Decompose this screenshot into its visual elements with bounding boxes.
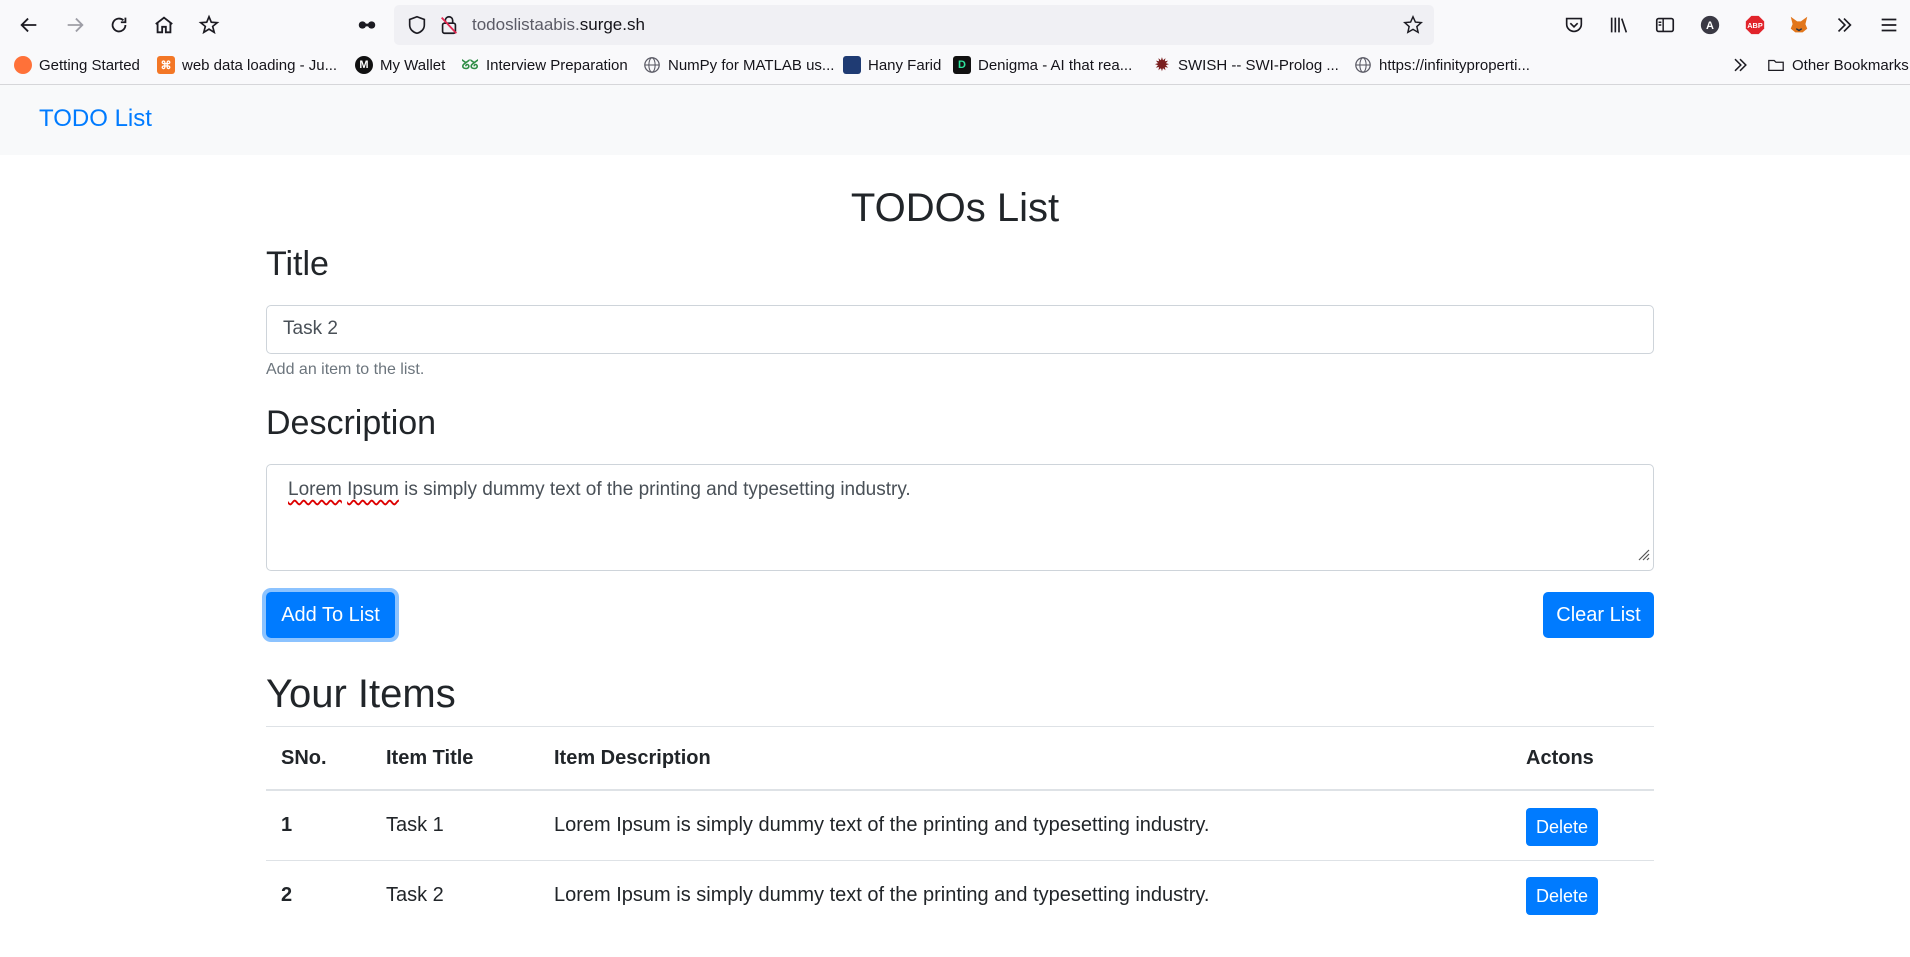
pocket-icon[interactable]	[1561, 12, 1587, 38]
globe-icon	[1354, 56, 1372, 74]
firefox-icon	[14, 56, 32, 74]
row-title: Task 2	[386, 884, 444, 906]
sidebar-icon[interactable]	[1652, 12, 1678, 38]
bookmarks-bar: Getting Started ⌘ web data loading - Ju.…	[0, 50, 1910, 85]
adblock-plus-icon[interactable]: ABP	[1742, 12, 1768, 38]
bookmark-getting-started[interactable]: Getting Started	[14, 56, 140, 74]
description-textarea[interactable]: Lorem Ipsum is simply dummy text of the …	[266, 464, 1654, 571]
description-word: Ipsum	[347, 479, 399, 500]
bookmark-label: Getting Started	[39, 56, 140, 74]
title-input-value: Task 2	[283, 318, 338, 339]
bookmark-swish[interactable]: ✹ SWISH -- SWI-Prolog ...	[1153, 56, 1339, 75]
other-bookmarks-label: Other Bookmarks	[1792, 56, 1909, 74]
private-mask-icon	[354, 12, 380, 38]
row-description: Lorem Ipsum is simply dummy text of the …	[554, 884, 1210, 906]
account-avatar-icon[interactable]: A	[1697, 12, 1723, 38]
bookmark-label: My Wallet	[380, 56, 446, 74]
bookmark-denigma[interactable]: D Denigma - AI that rea...	[953, 56, 1132, 74]
bookmark-hany-farid[interactable]: Hany Farid	[843, 56, 941, 74]
bookmark-web-data-loading[interactable]: ⌘ web data loading - Ju...	[157, 56, 337, 74]
title-label: Title	[266, 245, 329, 283]
col-item-description: Item Description	[554, 746, 711, 769]
insecure-lock-icon[interactable]	[436, 12, 462, 38]
bookmark-label: Hany Farid	[868, 56, 942, 74]
page-title: TODOs List	[850, 186, 1060, 230]
bookmark-label: Interview Preparation	[486, 56, 628, 74]
folder-icon	[1767, 56, 1785, 74]
reload-icon[interactable]	[106, 12, 132, 38]
globe-icon	[643, 56, 661, 74]
bookmark-label: Denigma - AI that rea...	[978, 56, 1133, 74]
back-arrow-icon[interactable]	[16, 12, 42, 38]
col-actions: Actons	[1526, 746, 1594, 769]
items-heading: Your Items	[266, 672, 456, 716]
forward-arrow-icon[interactable]	[62, 12, 88, 38]
col-sno: SNo.	[281, 746, 327, 769]
description-word: Lorem	[288, 479, 342, 500]
browser-toolbar: todoslistaabis.surge.sh A ABP	[0, 0, 1910, 50]
clear-list-button[interactable]: Clear List	[1543, 592, 1654, 638]
gfg-icon: ᘜᘜ	[461, 57, 479, 72]
bookmark-numpy-matlab[interactable]: NumPy for MATLAB us...	[643, 56, 834, 74]
svg-text:ABP: ABP	[1747, 21, 1763, 30]
title-help-text: Add an item to the list.	[266, 361, 425, 378]
bookmark-infinity[interactable]: https://infinityproperti...	[1354, 56, 1530, 74]
bookmark-label: https://infinityproperti...	[1379, 56, 1530, 74]
delete-button[interactable]: Delete	[1526, 808, 1598, 846]
table-row: 2 Task 2 Lorem Ipsum is simply dummy tex…	[266, 861, 1654, 930]
table-header-row: SNo. Item Title Item Description Actons	[266, 727, 1654, 791]
description-text: is simply dummy text of the printing and…	[398, 479, 911, 500]
row-sno: 1	[281, 814, 293, 836]
bookmark-star-icon[interactable]	[1400, 12, 1426, 38]
metamask-fox-icon[interactable]	[1786, 12, 1812, 38]
url-text[interactable]: todoslistaabis.surge.sh	[472, 15, 645, 35]
row-title: Task 1	[386, 814, 444, 836]
bookmark-label: SWISH -- SWI-Prolog ...	[1178, 56, 1339, 74]
other-bookmarks-folder[interactable]: Other Bookmarks	[1767, 56, 1909, 74]
address-bar[interactable]: todoslistaabis.surge.sh	[394, 5, 1434, 45]
description-label: Description	[266, 404, 437, 442]
row-sno: 2	[281, 884, 293, 906]
swish-icon: ✹	[1155, 57, 1169, 74]
denigma-icon: D	[953, 56, 971, 74]
bookmarks-overflow-icon[interactable]	[1730, 55, 1750, 75]
bookmark-my-wallet[interactable]: M My Wallet	[355, 56, 445, 74]
col-item-title: Item Title	[386, 746, 474, 769]
overflow-chevrons-icon[interactable]	[1831, 12, 1857, 38]
home-icon[interactable]	[151, 12, 177, 38]
extensions-star-icon[interactable]	[196, 12, 222, 38]
wallet-icon: M	[355, 56, 373, 74]
app-navbar: TODO List	[0, 85, 1910, 155]
items-table: SNo. Item Title Item Description Actons …	[266, 726, 1654, 930]
bookmark-label: web data loading - Ju...	[182, 56, 338, 74]
delete-button[interactable]: Delete	[1526, 877, 1598, 915]
shield-icon[interactable]	[404, 12, 430, 38]
bookmark-interview-preparation[interactable]: ᘜᘜ Interview Preparation	[461, 56, 628, 74]
photo-icon	[843, 56, 861, 74]
table-row: 1 Task 1 Lorem Ipsum is simply dummy tex…	[266, 791, 1654, 861]
library-icon[interactable]	[1606, 12, 1632, 38]
row-description: Lorem Ipsum is simply dummy text of the …	[554, 814, 1210, 836]
jupyter-icon: ⌘	[157, 56, 175, 74]
navbar-brand[interactable]: TODO List	[39, 105, 152, 133]
svg-text:A: A	[1706, 20, 1714, 32]
bookmark-label: NumPy for MATLAB us...	[668, 56, 835, 74]
resize-handle-icon[interactable]	[1636, 545, 1650, 567]
add-to-list-button[interactable]: Add To List	[266, 592, 395, 638]
menu-hamburger-icon[interactable]	[1876, 12, 1902, 38]
title-input[interactable]: Task 2	[266, 305, 1654, 354]
